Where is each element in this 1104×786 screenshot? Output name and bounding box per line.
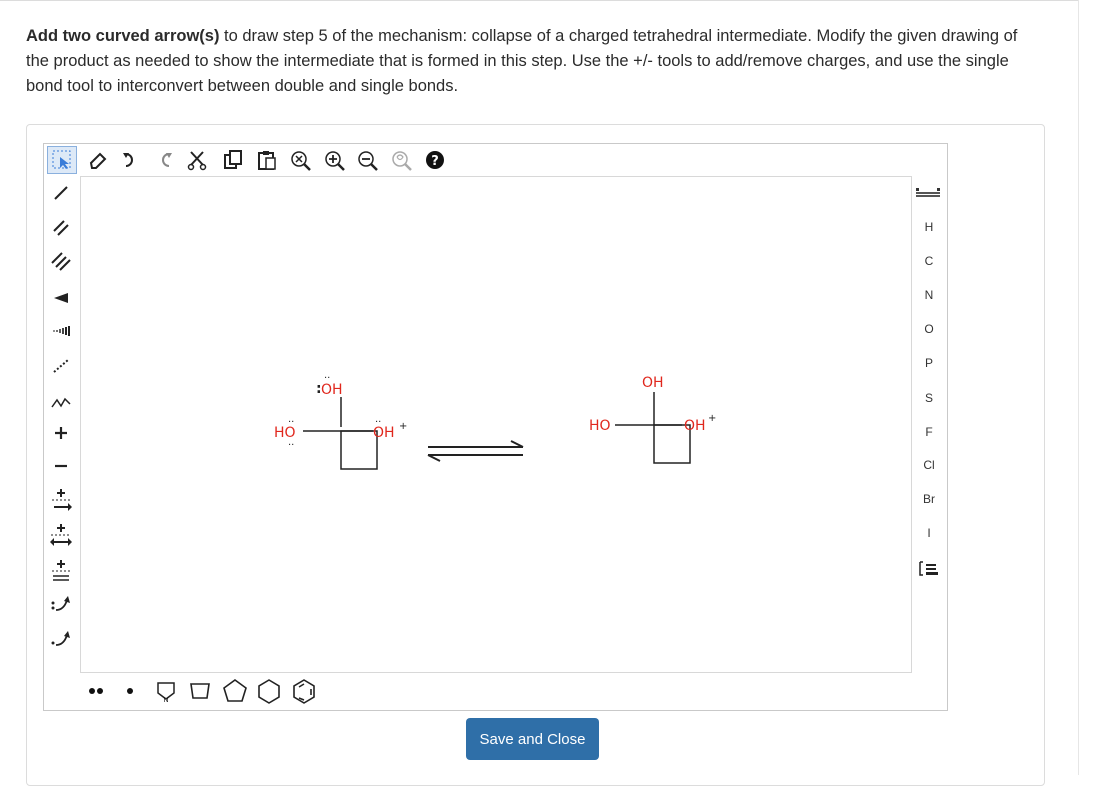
- left-ho-lone-pair-top: ··: [288, 417, 294, 428]
- equilibrium-arrow[interactable]: [427, 440, 524, 462]
- clean-structure-icon[interactable]: [389, 148, 415, 172]
- equilibrium-arrow-icon[interactable]: [48, 556, 74, 586]
- reaction-arrow-icon[interactable]: [48, 485, 74, 515]
- cut-icon[interactable]: [186, 148, 210, 172]
- drawing-canvas[interactable]: OH ·· : HO ·· ·· OH ·· + OH HO OH +: [80, 176, 912, 673]
- question-emphasis: Add two curved arrow(s): [26, 27, 220, 45]
- left-ho-lone-pair-bottom: ··: [288, 440, 294, 451]
- molecule-left[interactable]: OH ·· : HO ·· ·· OH ·· +: [274, 373, 407, 470]
- redo-icon[interactable]: [153, 148, 177, 172]
- left-top-oh-label: OH: [321, 382, 343, 398]
- copy-icon[interactable]: [221, 148, 245, 172]
- curved-arrow-pair-icon[interactable]: [48, 590, 74, 616]
- atom-h-button[interactable]: H: [914, 213, 944, 241]
- atom-n-button[interactable]: N: [914, 281, 944, 309]
- svg-text:N: N: [163, 696, 168, 703]
- selection-icon[interactable]: [47, 146, 77, 174]
- atom-p-button[interactable]: P: [914, 349, 944, 377]
- atom-f-button[interactable]: F: [914, 418, 944, 446]
- atom-c-button[interactable]: C: [914, 247, 944, 275]
- double-bond-icon[interactable]: [48, 214, 74, 240]
- radical-icon[interactable]: [120, 680, 140, 702]
- hash-bond-icon[interactable]: [48, 318, 74, 344]
- left-top-lone-pair-side: :: [316, 381, 322, 397]
- undo-icon[interactable]: [118, 148, 142, 172]
- help-icon[interactable]: ?: [424, 149, 446, 171]
- atom-o-button[interactable]: O: [914, 315, 944, 343]
- lone-pair-icon[interactable]: [84, 680, 108, 702]
- positive-charge-icon[interactable]: [48, 420, 74, 446]
- molecule-right[interactable]: OH HO OH +: [589, 375, 716, 464]
- save-and-close-button[interactable]: Save and Close: [466, 718, 599, 760]
- atom-br-button[interactable]: Br: [914, 485, 944, 513]
- dashed-bond-icon[interactable]: [48, 353, 74, 379]
- zoom-fit-icon[interactable]: [288, 148, 314, 172]
- resonance-arrow-icon[interactable]: [48, 520, 74, 550]
- atom-s-button[interactable]: S: [914, 384, 944, 412]
- cyclopentane-ring-icon[interactable]: [221, 677, 249, 705]
- curved-arrow-single-icon[interactable]: [48, 625, 74, 651]
- question-text: Add two curved arrow(s) to draw step 5 o…: [26, 24, 1036, 99]
- atom-list-icon[interactable]: [916, 556, 942, 580]
- top-divider: [0, 0, 1078, 1]
- benzene-ring-icon[interactable]: [290, 677, 318, 705]
- atom-i-button[interactable]: I: [914, 519, 944, 547]
- right-ho-label: HO: [589, 418, 611, 434]
- left-top-lone-pair-top: ··: [324, 373, 330, 384]
- single-bond-icon[interactable]: [48, 180, 74, 206]
- svg-text:?: ?: [431, 154, 439, 169]
- periodic-table-icon[interactable]: [914, 184, 942, 202]
- right-top-oh-label: OH: [642, 375, 664, 391]
- right-right-oh-label: OH: [684, 418, 706, 434]
- zoom-in-icon[interactable]: [322, 148, 348, 172]
- zoom-out-icon[interactable]: [355, 148, 381, 172]
- eraser-icon[interactable]: [86, 148, 110, 172]
- left-charge: +: [399, 421, 407, 432]
- cyclohexane-ring-icon[interactable]: [255, 677, 283, 705]
- paste-icon[interactable]: [255, 148, 279, 172]
- right-divider: [1078, 0, 1079, 775]
- pyrrole-ring-icon[interactable]: N: [153, 678, 179, 704]
- triple-bond-icon[interactable]: [48, 247, 74, 273]
- wedge-bond-icon[interactable]: [48, 285, 74, 311]
- chain-icon[interactable]: [48, 388, 74, 414]
- negative-charge-icon[interactable]: [48, 453, 74, 479]
- right-charge: +: [708, 413, 716, 424]
- left-right-oh-lone-pair: ··: [375, 417, 381, 428]
- atom-cl-button[interactable]: Cl: [914, 451, 944, 479]
- cyclobutane-ring-icon[interactable]: [187, 678, 213, 704]
